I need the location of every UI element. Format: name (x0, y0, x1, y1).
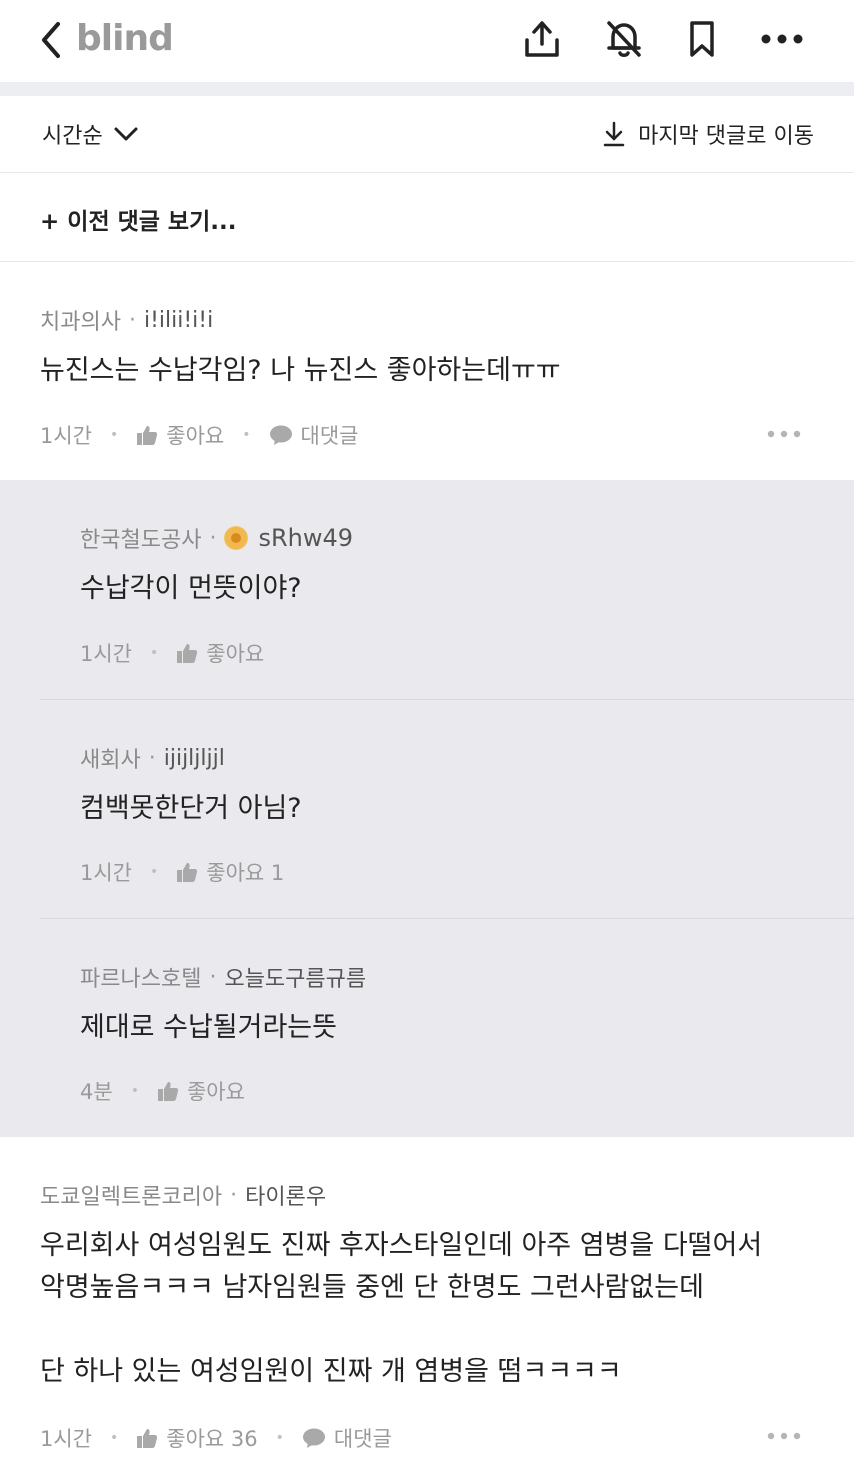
reply-button[interactable]: 대댓글 (269, 420, 359, 450)
chevron-down-icon (114, 127, 138, 141)
comment-text-line: 우리회사 여성임원도 진짜 후자스타일인데 아주 염병을 다떨어서 (40, 1230, 763, 1261)
comment-sort-bar: 시간순 마지막 댓글로 이동 (0, 96, 854, 173)
thumbs-up-icon (137, 426, 158, 445)
company-name: 파르나스호텔 (80, 967, 202, 992)
thumbs-up-icon (137, 1429, 158, 1448)
comment-more-icon[interactable] (766, 1431, 802, 1441)
comment-author: 치과의사 · i!ilii!i!i (40, 304, 213, 336)
comment-text-line: 악명높음ㅋㅋㅋ 남자임원들 중엔 단 한명도 그런사람없는데 (40, 1272, 704, 1303)
more-options-icon[interactable] (760, 16, 804, 62)
jump-label: 마지막 댓글로 이동 (638, 124, 814, 149)
show-previous-comments-button[interactable]: + 이전 댓글 보기... (40, 202, 236, 236)
jump-to-last-comment-button[interactable]: 마지막 댓글로 이동 (602, 118, 814, 150)
nickname[interactable]: i!ilii!i!i (144, 308, 213, 333)
comment-text: 뉴진스는 수납각임? 나 뉴진스 좋아하는데ㅠㅠ (40, 355, 561, 386)
reply-time: 4분 (80, 1080, 113, 1104)
comment-actions: 1시간 • 좋아요 • 대댓글 (40, 420, 358, 450)
meta-separator: · (230, 1182, 238, 1208)
nickname[interactable]: sRhw49 (258, 524, 353, 552)
like-button[interactable]: 좋아요 (157, 1076, 245, 1106)
reply-actions: 1시간 • 좋아요 (80, 638, 264, 668)
like-button[interactable]: 좋아요 1 (176, 857, 284, 887)
comment-item: 치과의사 · i!ilii!i!i 뉴진스는 수납각임? 나 뉴진스 좋아하는데… (0, 262, 854, 480)
sort-label: 시간순 (42, 124, 103, 149)
nickname[interactable]: ijijljljjl (164, 746, 225, 771)
thumbs-up-icon (157, 1082, 179, 1101)
meta-separator: · (209, 964, 217, 990)
thumbs-up-icon (177, 863, 198, 882)
meta-separator: · (209, 525, 217, 551)
reply-author: 파르나스호텔 · 오늘도구름규름 (80, 961, 366, 993)
reply-author: 새회사 · ijijljljjl (80, 742, 225, 774)
reply-divider (40, 699, 854, 700)
nickname[interactable]: 타이론우 (245, 1179, 326, 1211)
comment-item: 도쿄일렉트론코리아 · 타이론우 우리회사 여성임원도 진짜 후자스타일인데 아… (0, 1137, 854, 1463)
comment-time: 1시간 (40, 1427, 93, 1451)
bookmark-icon[interactable] (680, 16, 724, 62)
like-label: 좋아요 36 (166, 1427, 258, 1451)
reply-author: 한국철도공사 · sRhw49 (80, 522, 353, 554)
like-label: 좋아요 (186, 1080, 245, 1104)
reply-text: 수납각이 먼뜻이야? (80, 573, 302, 604)
comment-more-icon[interactable] (766, 429, 802, 439)
comment-author: 도쿄일렉트론코리아 · 타이론우 (40, 1179, 326, 1211)
comment-time: 1시간 (40, 424, 93, 448)
top-navigation-bar: blind (0, 0, 854, 82)
reply-text: 제대로 수납될거라는뜻 (80, 1012, 337, 1043)
badge-icon (224, 526, 249, 550)
speech-bubble-icon (302, 1428, 325, 1448)
share-icon[interactable] (520, 16, 564, 62)
reply-actions: 1시간 • 좋아요 1 (80, 857, 284, 887)
reply-button[interactable]: 대댓글 (302, 1423, 392, 1453)
thumbs-up-icon (177, 644, 198, 663)
reply-thread: 한국철도공사 · sRhw49 수납각이 먼뜻이야? 1시간 • 좋아요 새회사… (0, 480, 854, 1137)
previous-comments-row: + 이전 댓글 보기... (0, 174, 854, 262)
section-separator (0, 82, 854, 96)
download-arrow-icon (603, 121, 625, 147)
reply-time: 1시간 (80, 642, 133, 666)
reply-text: 컴백못한단거 아님? (80, 793, 302, 824)
reply-label: 대댓글 (333, 1427, 392, 1451)
like-button[interactable]: 좋아요 (176, 638, 264, 668)
reply-divider (40, 918, 854, 919)
reply-label: 대댓글 (300, 424, 359, 448)
like-button[interactable]: 좋아요 (136, 420, 224, 450)
blind-logo: blind (76, 18, 174, 59)
reply-time: 1시간 (80, 861, 133, 885)
like-label: 좋아요 1 (206, 861, 285, 885)
speech-bubble-icon (269, 425, 292, 445)
meta-separator: · (148, 745, 156, 771)
nickname[interactable]: 오늘도구름규름 (224, 961, 366, 993)
like-label: 좋아요 (166, 424, 225, 448)
company-name: 치과의사 (40, 310, 121, 335)
company-name: 새회사 (80, 748, 141, 773)
notifications-off-icon[interactable] (602, 16, 646, 62)
back-icon[interactable] (36, 20, 66, 60)
company-name: 도쿄일렉트론코리아 (40, 1185, 223, 1210)
like-button[interactable]: 좋아요 36 (136, 1423, 258, 1453)
like-label: 좋아요 (206, 642, 265, 666)
company-name: 한국철도공사 (80, 528, 202, 553)
sort-dropdown[interactable]: 시간순 (42, 118, 139, 150)
reply-actions: 4분 • 좋아요 (80, 1076, 245, 1106)
comment-actions: 1시간 • 좋아요 36 • 대댓글 (40, 1423, 392, 1453)
meta-separator: · (128, 307, 136, 333)
comment-text-line: 단 하나 있는 여성임원이 진짜 개 염병을 떰ㅋㅋㅋㅋ (40, 1356, 622, 1387)
